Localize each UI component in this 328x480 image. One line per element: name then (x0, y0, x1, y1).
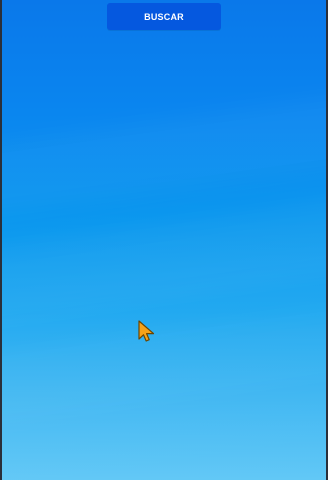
top-bar: BUSCAR (2, 0, 326, 34)
screen: BUSCAR (0, 0, 328, 480)
cursor-arrow-icon (138, 320, 155, 342)
background-band (2, 301, 326, 429)
search-button[interactable]: BUSCAR (107, 3, 221, 30)
background-band (2, 196, 326, 324)
background-band (2, 91, 326, 219)
